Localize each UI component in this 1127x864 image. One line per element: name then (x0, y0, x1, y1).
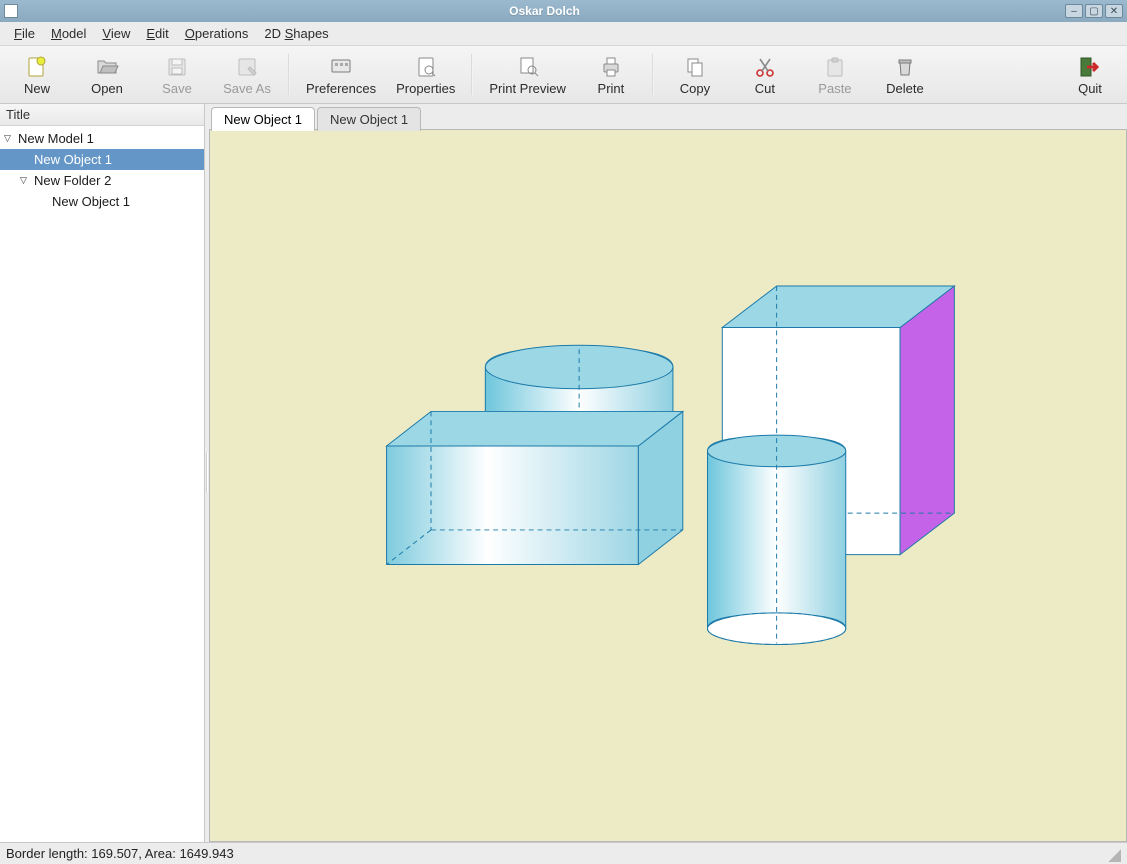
resize-grip[interactable] (1105, 846, 1121, 862)
tree-node-object-2[interactable]: New Object 1 (0, 191, 204, 212)
save-icon (165, 55, 189, 79)
tree-node-object-1[interactable]: New Object 1 (0, 149, 204, 170)
expander-icon[interactable]: ▽ (20, 175, 32, 186)
tab-object-2[interactable]: New Object 1 (317, 107, 421, 131)
save-as-label: Save As (223, 81, 271, 96)
properties-icon (414, 55, 438, 79)
save-as-icon (235, 55, 259, 79)
menu-2d-shapes[interactable]: 2D Shapes (256, 23, 336, 44)
delete-button[interactable]: Delete (870, 48, 940, 101)
new-icon (25, 55, 49, 79)
sidebar: Title ▽ New Model 1 New Object 1 ▽ New F… (0, 104, 205, 842)
shape-box-blue[interactable] (387, 411, 683, 564)
open-icon (95, 55, 119, 79)
tab-object-1[interactable]: New Object 1 (211, 107, 315, 131)
properties-button[interactable]: Properties (386, 48, 465, 101)
menu-operations[interactable]: Operations (177, 23, 257, 44)
new-button[interactable]: New (2, 48, 72, 101)
quit-icon (1078, 55, 1102, 79)
status-text: Border length: 169.507, Area: 1649.943 (6, 846, 234, 861)
window-maximize-button[interactable]: ▢ (1085, 4, 1103, 18)
save-label: Save (162, 81, 192, 96)
tab-label: New Object 1 (330, 112, 408, 127)
preferences-label: Preferences (306, 81, 376, 96)
delete-label: Delete (886, 81, 924, 96)
quit-label: Quit (1078, 81, 1102, 96)
drawing-canvas[interactable] (210, 130, 1126, 841)
app-icon (4, 4, 18, 18)
open-button[interactable]: Open (72, 48, 142, 101)
copy-button[interactable]: Copy (660, 48, 730, 101)
cut-icon (753, 55, 777, 79)
canvas-wrapper (209, 129, 1127, 842)
menu-view[interactable]: View (94, 23, 138, 44)
toolbar-separator (288, 54, 290, 95)
print-icon (599, 55, 623, 79)
tab-label: New Object 1 (224, 112, 302, 127)
copy-icon (683, 55, 707, 79)
tree-node-label: New Object 1 (52, 194, 130, 209)
preferences-button[interactable]: Preferences (296, 48, 386, 101)
print-preview-label: Print Preview (489, 81, 566, 96)
menu-edit[interactable]: Edit (138, 23, 176, 44)
paste-button[interactable]: Paste (800, 48, 870, 101)
sidebar-column-header[interactable]: Title (0, 104, 204, 126)
window-title: Oskar Dolch (24, 4, 1065, 18)
paste-label: Paste (818, 81, 851, 96)
window-minimize-button[interactable]: – (1065, 4, 1083, 18)
toolbar-separator (471, 54, 473, 95)
content-area: New Object 1 New Object 1 (209, 104, 1127, 842)
tree-node-label: New Folder 2 (34, 173, 111, 188)
menu-file-label: ile (22, 26, 35, 41)
tree-node-label: New Model 1 (18, 131, 94, 146)
status-bar: Border length: 169.507, Area: 1649.943 (0, 842, 1127, 864)
toolbar: New Open Save Save As Preferences (0, 46, 1127, 104)
main-area: Title ▽ New Model 1 New Object 1 ▽ New F… (0, 104, 1127, 842)
copy-label: Copy (680, 81, 710, 96)
menu-operations-label: perations (195, 26, 248, 41)
menu-model-label: odel (62, 26, 87, 41)
menu-file[interactable]: File (6, 23, 43, 44)
expander-icon[interactable]: ▽ (4, 133, 16, 144)
tab-bar: New Object 1 New Object 1 (209, 104, 1127, 130)
tree-node-model[interactable]: ▽ New Model 1 (0, 128, 204, 149)
shape-cylinder-small[interactable] (708, 435, 846, 644)
menu-shapes-label: 2D (264, 26, 284, 41)
window-close-button[interactable]: ✕ (1105, 4, 1123, 18)
save-button[interactable]: Save (142, 48, 212, 101)
window-title-bar: Oskar Dolch – ▢ ✕ (0, 0, 1127, 22)
menu-bar: File Model View Edit Operations 2D Shape… (0, 22, 1127, 46)
quit-button[interactable]: Quit (1055, 48, 1125, 101)
menu-edit-label: dit (155, 26, 169, 41)
menu-view-label: iew (111, 26, 131, 41)
tree-node-folder[interactable]: ▽ New Folder 2 (0, 170, 204, 191)
cut-label: Cut (755, 81, 775, 96)
toolbar-separator (652, 54, 654, 95)
tree-node-label: New Object 1 (34, 152, 112, 167)
print-preview-button[interactable]: Print Preview (479, 48, 576, 101)
tree-view: ▽ New Model 1 New Object 1 ▽ New Folder … (0, 126, 204, 214)
delete-icon (893, 55, 917, 79)
preferences-icon (329, 55, 353, 79)
print-button[interactable]: Print (576, 48, 646, 101)
open-label: Open (91, 81, 123, 96)
properties-label: Properties (396, 81, 455, 96)
print-label: Print (598, 81, 625, 96)
paste-icon (823, 55, 847, 79)
print-preview-icon (516, 55, 540, 79)
save-as-button[interactable]: Save As (212, 48, 282, 101)
new-label: New (24, 81, 50, 96)
menu-model[interactable]: Model (43, 23, 94, 44)
cut-button[interactable]: Cut (730, 48, 800, 101)
